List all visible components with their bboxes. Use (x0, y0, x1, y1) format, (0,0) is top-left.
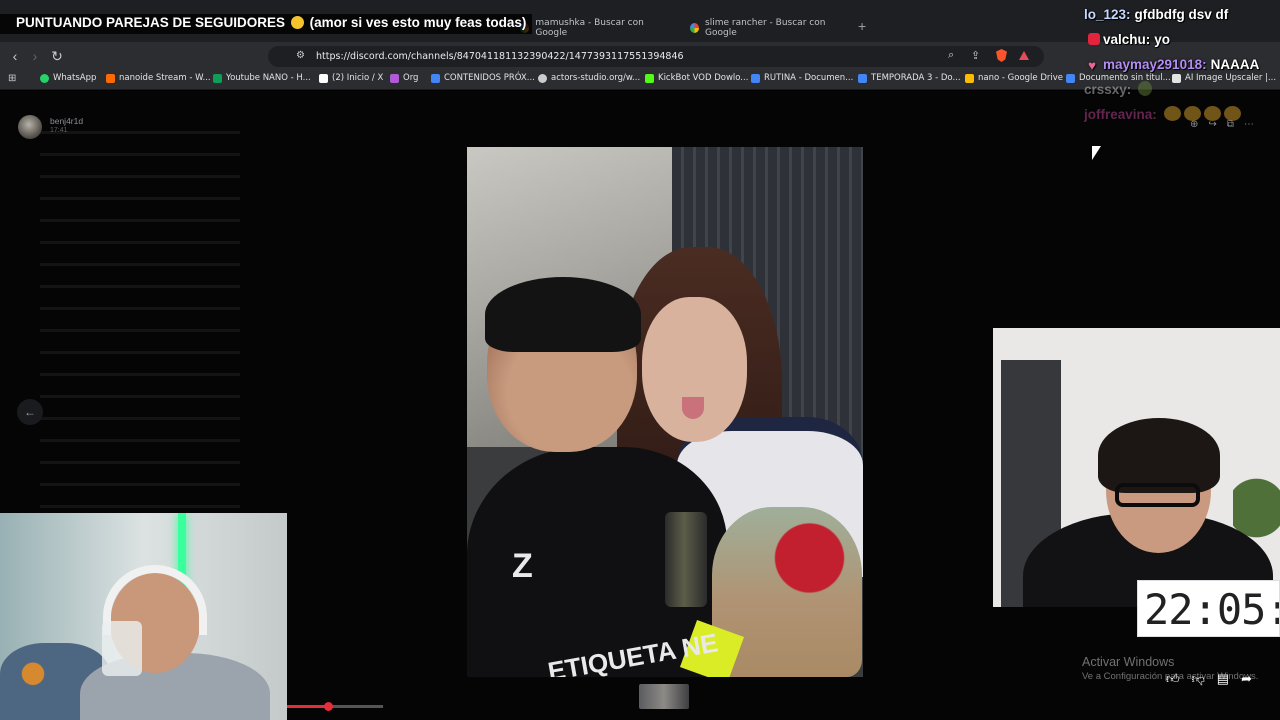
bookmark-google-drive[interactable]: nano - Google Drive (965, 73, 1063, 83)
drive-icon (965, 73, 974, 83)
chat-message: valchu: yo (1084, 29, 1280, 54)
bookmark-actors-studio[interactable]: actors-studio.org/w... (538, 73, 640, 83)
webcam-left-drinking-glass (102, 621, 142, 676)
chat-text: gfdbdfg dsv df (1134, 7, 1229, 22)
main-photo[interactable]: Z ETIQUETA NE (467, 147, 863, 677)
video-action-icons: 👍︎ 👎︎ ▤ ➦ (1166, 671, 1252, 687)
docs-icon (751, 73, 760, 83)
photo-shirt-logo: Z (512, 547, 533, 585)
chat-username: lo_123: (1084, 7, 1131, 22)
bookmark-youtube-nano[interactable]: Youtube NANO - H... (213, 73, 311, 83)
photo-can (665, 512, 707, 607)
docs-icon (431, 73, 440, 83)
bookmark-x-inicio[interactable]: (2) Inicio / X (319, 73, 383, 83)
back-arrow-icon[interactable]: ‹ (6, 47, 24, 65)
chat-username: joffreavina: (1084, 107, 1157, 122)
chat-text: yo (1154, 32, 1171, 47)
comment-icon[interactable]: ▤ (1217, 671, 1229, 687)
chat-message: joffreavina: (1084, 104, 1280, 129)
zoom-icon[interactable]: ⌕ (948, 49, 954, 62)
docs-icon (1066, 73, 1075, 83)
emote-icon (1203, 106, 1221, 121)
previous-image-button[interactable]: ← (17, 399, 43, 425)
kick-icon (106, 73, 115, 83)
chat-username: valchu: (1103, 32, 1151, 47)
tab-label: mamushka - Buscar con Google (535, 18, 644, 38)
dislike-icon[interactable]: 👎︎ (1192, 671, 1205, 687)
chat-message: ♥ maymay291018: NAAAA (1084, 54, 1280, 79)
reload-icon[interactable]: ↻ (48, 47, 66, 65)
mouse-cursor-icon (1092, 146, 1101, 160)
tab-mamushka[interactable]: mamushka - Buscar con Google (510, 14, 680, 42)
progress-fill (287, 705, 329, 708)
whatsapp-icon (40, 73, 49, 83)
chat-username: crssxy: (1084, 82, 1132, 97)
new-tab-button[interactable]: + (858, 18, 866, 34)
stream-title-suffix: (amor si ves esto muy feas todas) (309, 15, 527, 30)
photo-boy-hair (485, 277, 641, 352)
photo-tongue (682, 397, 704, 419)
address-bar[interactable]: ⚙ https://discord.com/channels/847041181… (268, 46, 1044, 67)
webcam-right (993, 328, 1280, 607)
message-author[interactable]: benj4r1d 17:41 (18, 115, 83, 139)
image-thumbnail[interactable] (639, 684, 689, 709)
bookmark-contenidos[interactable]: CONTENIDOS PRÓX... (431, 73, 535, 83)
bookmark-org[interactable]: Org (390, 73, 418, 83)
stream-clock: 22:05:4 (1137, 580, 1280, 637)
share-icon[interactable]: ⇪ (971, 49, 980, 62)
chat-username: maymay291018: (1103, 57, 1207, 72)
heart-badge-icon: ♥ (1088, 58, 1097, 73)
webcam-right-glasses (1115, 483, 1200, 507)
stream-title: PUNTUANDO PAREJAS DE SEGUIDORES (16, 15, 286, 30)
bookmark-nanoide-stream[interactable]: nanoide Stream - W... (106, 73, 211, 83)
url-text: https://discord.com/channels/84704118113… (316, 51, 684, 62)
sheets-icon (213, 73, 222, 83)
pencil-badge-icon (1088, 33, 1100, 45)
brave-rewards-icon[interactable] (1019, 51, 1029, 60)
bookmark-kickbot[interactable]: KickBot VOD Dowlo... (645, 73, 748, 83)
emoji-icon (290, 16, 304, 29)
author-name: benj4r1d (50, 116, 84, 126)
chat-message: crssxy: (1084, 79, 1280, 104)
message-time: 17:41 (50, 127, 68, 134)
docs-icon (858, 73, 867, 83)
forward-arrow-icon[interactable]: › (26, 47, 44, 65)
bookmark-temporada-3[interactable]: TEMPORADA 3 - Do... (858, 73, 961, 83)
video-progress-bar[interactable] (287, 702, 383, 711)
bookmark-whatsapp[interactable]: WhatsApp (40, 73, 96, 83)
chat-message: lo_123: gfdbdfg dsv df (1084, 4, 1280, 29)
webcam-left (0, 513, 287, 720)
avatar[interactable] (18, 115, 42, 139)
chat-text: NAAAA (1210, 57, 1260, 72)
globe-icon (538, 73, 547, 83)
tab-label: slime rancher - Buscar con Google (705, 18, 826, 38)
photo-girl-face (642, 297, 747, 442)
watermark-title: Activar Windows (1082, 655, 1175, 669)
bookmark-rutina[interactable]: RUTINA - Documen... (751, 73, 853, 83)
apps-grid-icon[interactable]: ⊞ (8, 73, 16, 84)
google-icon (690, 23, 700, 33)
emote-icon (1183, 106, 1201, 121)
org-icon (390, 73, 399, 83)
stream-chat-overlay: lo_123: gfdbdfg dsv df valchu: yo ♥ maymay2… (1084, 4, 1280, 129)
stream-title-banner: PUNTUANDO PAREJAS DE SEGUIDORES (amor si… (0, 14, 533, 34)
kickbot-icon (645, 73, 654, 83)
webcam-right-hair (1098, 418, 1220, 493)
like-icon[interactable]: 👍︎ (1166, 671, 1180, 687)
tab-slime-rancher[interactable]: slime rancher - Buscar con Google (680, 14, 855, 42)
share-icon[interactable]: ➦ (1241, 671, 1252, 687)
screen: mamushka - Buscar con Google slime ranch… (0, 0, 1280, 720)
emote-icon (1223, 106, 1241, 121)
emote-icon (1138, 81, 1153, 96)
x-icon (319, 73, 328, 83)
site-settings-icon[interactable]: ⚙ (296, 50, 305, 61)
emote-icon (1163, 106, 1181, 121)
